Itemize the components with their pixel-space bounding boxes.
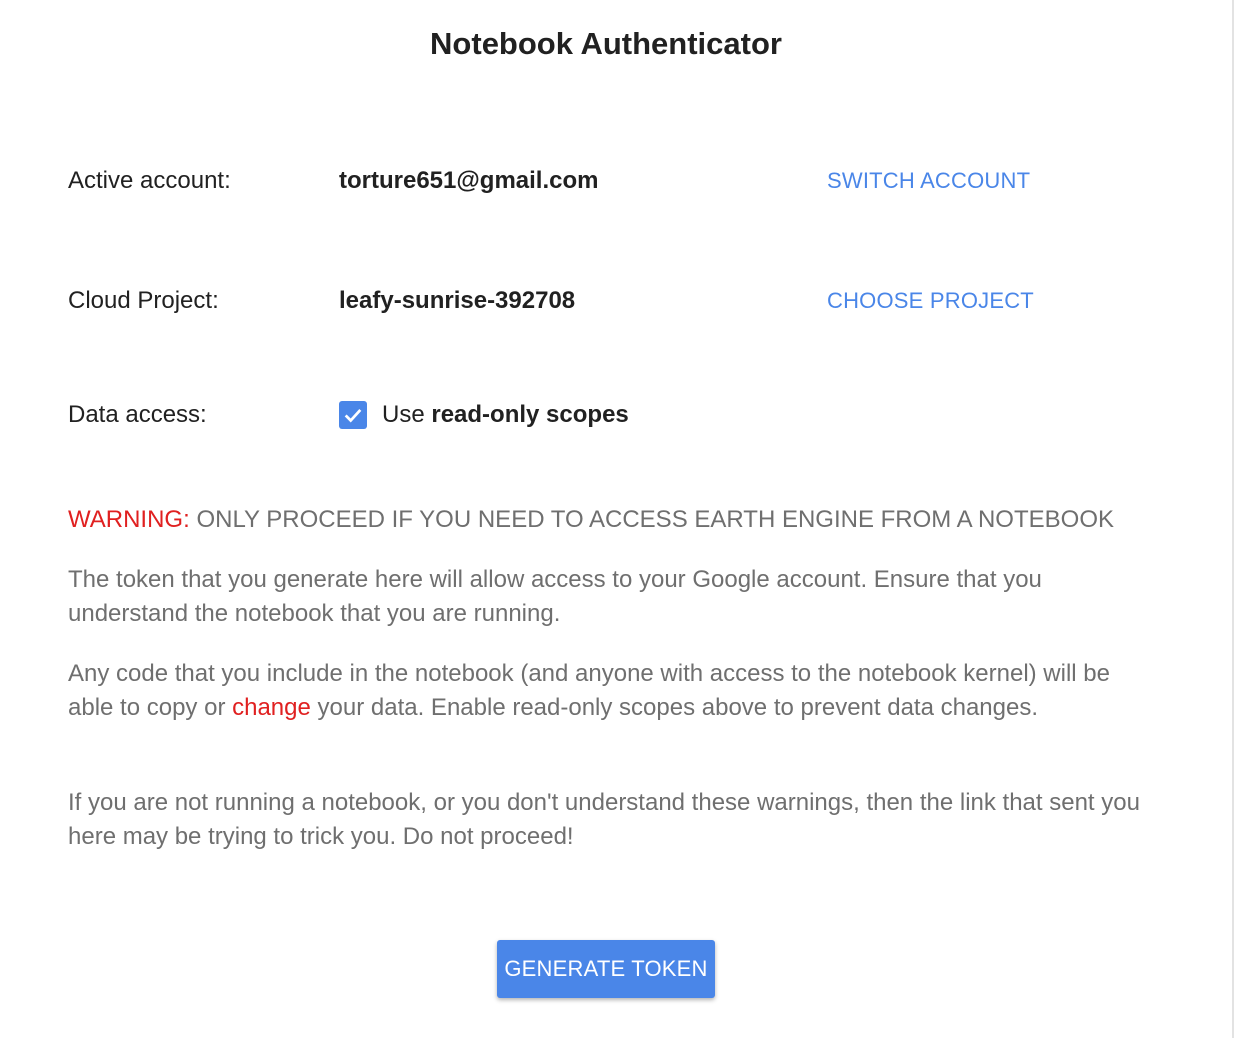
change-highlight: change	[232, 694, 311, 721]
code-access-text-after: your data. Enable read-only scopes above…	[310, 694, 1039, 721]
cloud-project-value: leafy-sunrise-392708	[339, 287, 576, 314]
active-account-row: Active account: torture651@gmail.com SWI…	[68, 161, 1168, 201]
active-account-value: torture651@gmail.com	[339, 167, 599, 194]
token-notice-paragraph: The token that you generate here will al…	[68, 566, 1042, 627]
cloud-project-label: Cloud Project:	[68, 287, 219, 314]
data-access-row: Data access: Use read-only scopes	[68, 395, 1168, 435]
checkmark-icon	[344, 409, 362, 423]
active-account-label: Active account:	[68, 167, 231, 194]
choose-project-button[interactable]: CHOOSE PROJECT	[827, 281, 1034, 321]
code-access-paragraph: Any code that you include in the noteboo…	[68, 657, 1158, 725]
generate-token-button[interactable]: GENERATE TOKEN	[497, 940, 715, 998]
data-access-label: Data access:	[68, 401, 207, 428]
checkbox-label-bold: read-only scopes	[431, 401, 629, 428]
switch-account-button[interactable]: SWITCH ACCOUNT	[827, 161, 1030, 201]
notebook-authenticator-page: Notebook Authenticator Active account: t…	[0, 0, 1236, 1038]
scrollbar-edge	[1232, 0, 1234, 1038]
trick-warning-paragraph: If you are not running a notebook, or yo…	[68, 789, 1140, 850]
cloud-project-row: Cloud Project: leafy-sunrise-392708 CHOO…	[68, 281, 1168, 321]
checkbox-label-prefix: Use	[382, 401, 432, 428]
page-title: Notebook Authenticator	[430, 26, 782, 61]
read-only-scopes-checkbox[interactable]	[339, 401, 367, 429]
warning-text: ONLY PROCEED IF YOU NEED TO ACCESS EARTH…	[189, 506, 1114, 533]
warning-line: WARNING: ONLY PROCEED IF YOU NEED TO ACC…	[68, 503, 1158, 537]
read-only-scopes-checkbox-control[interactable]: Use read-only scopes	[339, 399, 629, 431]
read-only-scopes-label: Use read-only scopes	[382, 399, 629, 431]
warning-prefix: WARNING:	[68, 506, 190, 533]
